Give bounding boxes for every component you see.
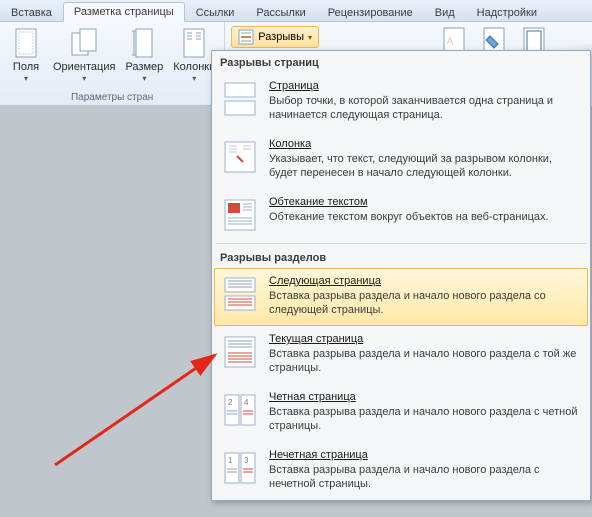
dd-item-continuous[interactable]: Текущая страница Вставка разрыва раздела…	[214, 326, 588, 384]
dd-desc: Вставка разрыва раздела и начало нового …	[269, 405, 579, 433]
breaks-button[interactable]: Разрывы ▾	[231, 26, 319, 48]
dd-title: Страница	[269, 80, 579, 92]
tab-view[interactable]: Вид	[424, 3, 466, 22]
dd-item-page[interactable]: Страница Выбор точки, в которой заканчив…	[214, 73, 588, 131]
tab-page-layout[interactable]: Разметка страницы	[63, 2, 185, 22]
text-wrap-icon	[223, 198, 257, 232]
odd-page-icon: 13	[223, 451, 257, 485]
dd-item-even-page[interactable]: 24 Четная страница Вставка разрыва разде…	[214, 384, 588, 442]
margins-button[interactable]: Поля ▾	[4, 24, 48, 90]
svg-text:1: 1	[228, 456, 233, 465]
dd-header-pages: Разрывы страниц	[212, 51, 590, 73]
chevron-down-icon: ▾	[82, 74, 86, 83]
continuous-icon	[223, 335, 257, 369]
svg-text:4: 4	[244, 398, 249, 407]
svg-text:3: 3	[244, 456, 249, 465]
dd-title: Следующая страница	[269, 275, 579, 287]
dd-item-column[interactable]: Колонка Указывает, что текст, следующий …	[214, 131, 588, 189]
separator	[216, 243, 586, 244]
breaks-label: Разрывы	[258, 31, 304, 43]
tab-mailings[interactable]: Рассылки	[245, 3, 316, 22]
ribbon-tabs: Вставка Разметка страницы Ссылки Рассылк…	[0, 0, 592, 22]
tab-addins[interactable]: Надстройки	[466, 3, 548, 22]
column-break-icon	[223, 140, 257, 174]
dd-title: Текущая страница	[269, 333, 579, 345]
svg-text:2: 2	[228, 398, 233, 407]
orientation-button[interactable]: Ориентация ▾	[48, 24, 120, 90]
chevron-down-icon: ▾	[142, 74, 146, 83]
dd-desc: Вставка разрыва раздела и начало нового …	[269, 347, 579, 375]
margins-icon	[10, 27, 42, 59]
dd-title: Нечетная страница	[269, 449, 579, 461]
next-page-icon	[223, 277, 257, 311]
dd-desc: Вставка разрыва раздела и начало нового …	[269, 463, 579, 491]
dd-desc: Указывает, что текст, следующий за разры…	[269, 152, 579, 180]
breaks-icon	[238, 29, 254, 45]
columns-icon	[178, 27, 210, 59]
svg-text:A: A	[447, 36, 453, 46]
group-label-page-setup: Параметры стран	[4, 92, 220, 105]
dd-desc: Обтекание текстом вокруг объектов на веб…	[269, 210, 579, 224]
dd-title: Четная страница	[269, 391, 579, 403]
tab-insert[interactable]: Вставка	[0, 3, 63, 22]
group-page-setup: Поля ▾ Ориентация ▾ Размер ▾	[0, 22, 225, 105]
chevron-down-icon: ▾	[24, 74, 28, 83]
dd-desc: Вставка разрыва раздела и начало нового …	[269, 289, 579, 317]
tab-links[interactable]: Ссылки	[185, 3, 246, 22]
orientation-icon	[68, 27, 100, 59]
size-icon	[128, 27, 160, 59]
dd-item-odd-page[interactable]: 13 Нечетная страница Вставка разрыва раз…	[214, 442, 588, 500]
chevron-down-icon: ▾	[192, 74, 196, 83]
dd-item-wrap[interactable]: Обтекание текстом Обтекание текстом вокр…	[214, 189, 588, 241]
columns-label: Колонки	[173, 61, 215, 73]
dd-header-sections: Разрывы разделов	[212, 246, 590, 268]
even-page-icon: 24	[223, 393, 257, 427]
orientation-label: Ориентация	[53, 61, 115, 73]
dd-desc: Выбор точки, в которой заканчивается одн…	[269, 94, 579, 122]
dd-title: Обтекание текстом	[269, 196, 579, 208]
dd-title: Колонка	[269, 138, 579, 150]
size-button[interactable]: Размер ▾	[120, 24, 168, 90]
tab-review[interactable]: Рецензирование	[317, 3, 424, 22]
page-break-icon	[223, 82, 257, 116]
chevron-down-icon: ▾	[308, 33, 312, 42]
margins-label: Поля	[13, 61, 39, 73]
breaks-dropdown: Разрывы страниц Страница Выбор точки, в …	[211, 50, 591, 501]
dd-item-next-page[interactable]: Следующая страница Вставка разрыва разде…	[214, 268, 588, 326]
size-label: Размер	[125, 61, 163, 73]
